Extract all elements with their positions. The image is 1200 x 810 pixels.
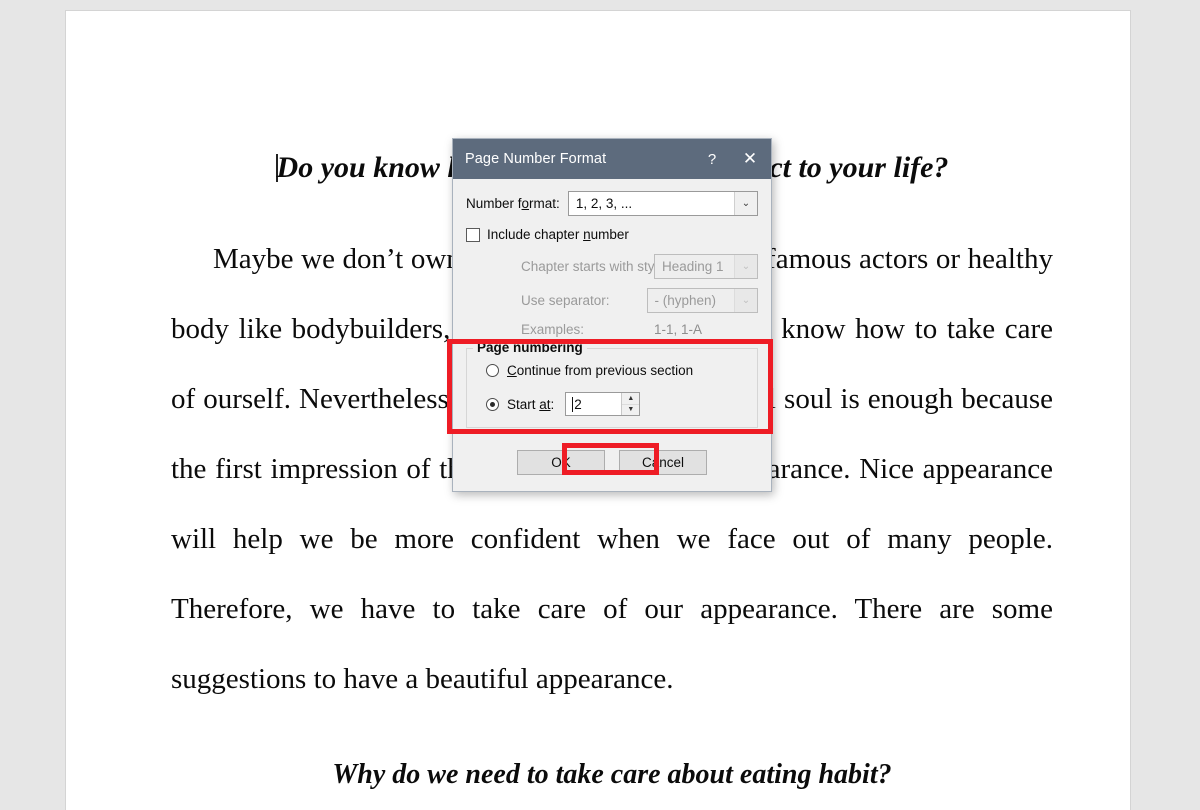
document-heading-2: Why do we need to take care about eating…	[332, 759, 892, 790]
number-format-value: 1, 2, 3, ...	[575, 196, 633, 211]
include-chapter-number-checkbox[interactable]	[466, 227, 480, 242]
chapter-style-label: Chapter starts with style:	[521, 259, 669, 274]
chevron-down-icon[interactable]: ⌄	[734, 192, 757, 215]
number-format-row: Number format: 1, 2, 3, ... ⌄	[466, 191, 758, 216]
page-numbering-group: Page numbering Continue from previous se…	[466, 340, 758, 428]
spin-up-icon[interactable]: ▲	[622, 393, 640, 405]
number-format-label: Number format:	[466, 196, 560, 211]
page-numbering-legend: Page numbering	[473, 340, 587, 355]
use-separator-label: Use separator:	[521, 293, 610, 308]
start-at-label: Start at:	[507, 396, 555, 412]
start-at-spin-buttons[interactable]: ▲ ▼	[621, 393, 640, 415]
start-at-stepper[interactable]: 2 ▲ ▼	[565, 392, 641, 416]
text-cursor-icon	[572, 396, 574, 412]
page-number-format-dialog[interactable]: Page Number Format ? ✕ Number format: 1,…	[452, 138, 772, 492]
close-icon[interactable]: ✕	[731, 140, 769, 178]
chevron-down-icon: ⌄	[734, 289, 757, 312]
include-chapter-number-label: Include chapter number	[487, 227, 629, 242]
use-separator-row: Use separator: - (hyphen) ⌄	[466, 288, 758, 313]
number-format-dropdown[interactable]: 1, 2, 3, ... ⌄	[567, 191, 758, 216]
examples-row: Examples: 1-1, 1-A	[466, 322, 758, 337]
dialog-body: Number format: 1, 2, 3, ... ⌄ Include ch…	[453, 179, 771, 428]
continue-from-previous-section-radio[interactable]	[486, 364, 499, 377]
ok-button[interactable]: OK	[517, 450, 605, 475]
continue-from-previous-section-label: Continue from previous section	[507, 363, 694, 378]
examples-value: 1-1, 1-A	[654, 322, 703, 337]
examples-label: Examples:	[521, 322, 585, 337]
help-icon[interactable]: ?	[693, 140, 731, 178]
start-at-value: 2	[574, 396, 582, 412]
spin-down-icon[interactable]: ▼	[622, 404, 640, 415]
chapter-style-row: Chapter starts with style: Heading 1 ⌄	[466, 254, 758, 279]
start-at-input[interactable]: 2	[566, 393, 621, 415]
chevron-down-icon: ⌄	[734, 255, 757, 278]
start-at-radio[interactable]	[486, 397, 499, 411]
chapter-style-dropdown: Heading 1 ⌄	[654, 254, 758, 279]
include-chapter-number-row[interactable]: Include chapter number	[466, 227, 758, 242]
start-at-row[interactable]: Start at: 2 ▲ ▼	[467, 392, 757, 416]
chapter-style-value: Heading 1	[662, 259, 724, 274]
use-separator-dropdown: - (hyphen) ⌄	[646, 288, 758, 313]
cancel-button[interactable]: Cancel	[619, 450, 707, 475]
use-separator-value: - (hyphen)	[654, 293, 717, 308]
dialog-titlebar[interactable]: Page Number Format ? ✕	[453, 139, 771, 179]
dialog-footer: OK Cancel	[453, 438, 771, 491]
continue-from-previous-section-row[interactable]: Continue from previous section	[467, 363, 757, 378]
dialog-title: Page Number Format	[465, 151, 607, 167]
screenshot-root: Do you know how your appearance affect t…	[0, 0, 1200, 810]
